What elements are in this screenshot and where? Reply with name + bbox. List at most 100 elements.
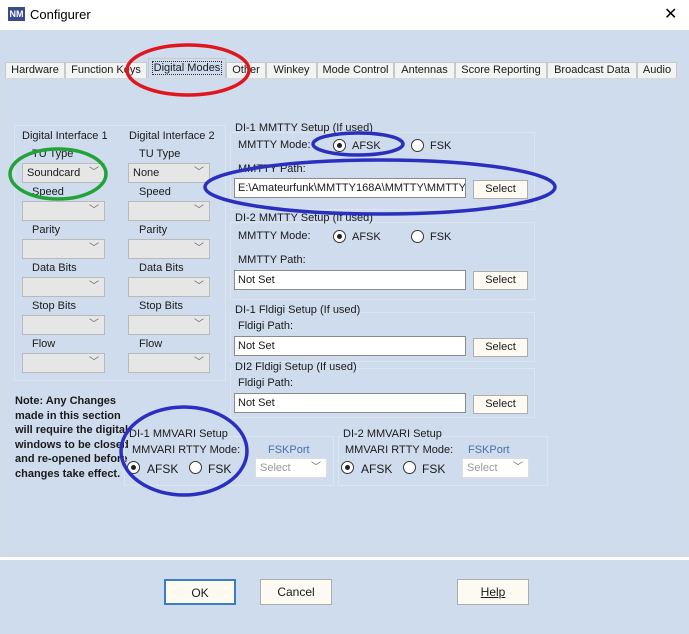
fldigi1-select-button[interactable]: Select [473, 338, 528, 357]
title-bar: NM Configurer ✕ [0, 0, 689, 30]
mmvari2-fsk-radio[interactable] [403, 461, 416, 474]
mmvari2-header: DI-2 MMVARI Setup [343, 428, 442, 440]
mmtty2-afsk-radio[interactable] [333, 230, 346, 243]
mmvari1-afsk-radio[interactable] [127, 461, 140, 474]
di1-speed-label: Speed [32, 186, 64, 198]
app-logo-icon: NM [8, 7, 25, 21]
mmvari2-fskport-label: FSKPort [468, 444, 510, 456]
separator [0, 557, 689, 560]
mmtty1-path-input[interactable]: E:\Amateurfunk\MMTTY168A\MMTTY\MMTTY. [234, 178, 466, 198]
di1-flow-label: Flow [32, 338, 56, 350]
tab-audio[interactable]: Audio [637, 62, 677, 79]
mmvari2-afsk-label: AFSK [361, 462, 393, 476]
mmvari2-afsk-radio[interactable] [341, 461, 354, 474]
chevron-down-icon: ﹀ [89, 319, 99, 330]
mmtty2-header: DI-2 MMTTY Setup (If used) [235, 212, 373, 224]
di2-data-bits-select[interactable]: ﹀ [128, 277, 210, 297]
mmtty2-path-label: MMTTY Path: [238, 254, 306, 266]
mmtty1-mode-label: MMTTY Mode: [238, 139, 311, 151]
mmtty2-path-input[interactable]: Not Set [234, 270, 466, 290]
value: Soundcard [27, 167, 81, 179]
mmtty1-fsk-label: FSK [430, 140, 452, 152]
fldigi2-path-input[interactable]: Not Set [234, 393, 466, 413]
tab-winkey[interactable]: Winkey [266, 62, 317, 79]
tab-other[interactable]: Other [226, 62, 266, 79]
help-label: Help [480, 585, 506, 599]
di2-stop-bits-label: Stop Bits [139, 300, 184, 312]
tab-score-reporting[interactable]: Score Reporting [455, 62, 547, 79]
tab-hardware[interactable]: Hardware [5, 62, 65, 79]
chevron-down-icon: ﹀ [89, 281, 99, 292]
value: Select [260, 462, 291, 474]
tab-function-keys[interactable]: Function Keys [65, 62, 147, 79]
close-icon[interactable]: ✕ [664, 4, 677, 24]
mmtty2-fsk-radio[interactable] [411, 230, 424, 243]
mmvari1-fsk-radio[interactable] [189, 461, 202, 474]
di2-flow-select[interactable]: ﹀ [128, 353, 210, 373]
chevron-down-icon: ﹀ [311, 462, 321, 473]
value: None [133, 167, 160, 179]
tab-antennas[interactable]: Antennas [394, 62, 455, 79]
chevron-down-icon: ﹀ [513, 462, 523, 473]
help-button[interactable]: Help [457, 579, 529, 605]
mmtty2-afsk-label: AFSK [352, 231, 381, 243]
mmtty2-mode-label: MMTTY Mode: [238, 230, 311, 242]
di1-header: Digital Interface 1 [22, 130, 108, 142]
mmtty1-header: DI-1 MMTTY Setup (If used) [235, 122, 373, 134]
mmvari1-fskport-label: FSKPort [268, 444, 310, 456]
di2-speed-label: Speed [139, 186, 171, 198]
fldigi1-header: DI-1 Fldigi Setup (If used) [235, 304, 361, 316]
di2-tu-type-label: TU Type [139, 148, 181, 160]
mmtty1-afsk-radio[interactable] [333, 139, 346, 152]
tab-broadcast-data[interactable]: Broadcast Data [547, 62, 637, 79]
mmvari1-fsk-label: FSK [208, 462, 232, 476]
di2-header: Digital Interface 2 [129, 130, 215, 142]
mmvari1-header: DI-1 MMVARI Setup [129, 428, 228, 440]
window-title: Configurer [30, 7, 91, 22]
chevron-down-icon: ﹀ [194, 357, 204, 368]
fldigi1-path-label: Fldigi Path: [238, 320, 294, 332]
di2-parity-label: Parity [139, 224, 168, 236]
di1-parity-select[interactable]: ﹀ [22, 239, 105, 259]
tab-digital-modes[interactable]: Digital Modes [148, 58, 226, 79]
di2-data-bits-label: Data Bits [139, 262, 184, 274]
di1-flow-select[interactable]: ﹀ [22, 353, 105, 373]
di2-flow-label: Flow [139, 338, 163, 350]
chevron-down-icon: ﹀ [194, 243, 204, 254]
mmvari2-fsk-label: FSK [422, 462, 446, 476]
chevron-down-icon: ﹀ [194, 205, 204, 216]
di1-stop-bits-label: Stop Bits [32, 300, 77, 312]
mmtty1-afsk-label: AFSK [352, 140, 381, 152]
mmvari2-mode-label: MMVARI RTTY Mode: [345, 444, 454, 456]
mmvari1-fskport-select[interactable]: Select ﹀ [255, 458, 327, 478]
mmvari1-afsk-label: AFSK [147, 462, 179, 476]
mmtty2-select-button[interactable]: Select [473, 271, 528, 290]
di2-speed-select[interactable]: ﹀ [128, 201, 210, 221]
chevron-down-icon: ﹀ [194, 281, 204, 292]
chevron-down-icon: ﹀ [89, 167, 99, 178]
di1-tu-type-label: TU Type [32, 148, 74, 160]
di1-data-bits-select[interactable]: ﹀ [22, 277, 105, 297]
di1-tu-type-select[interactable]: Soundcard ﹀ [22, 163, 105, 183]
di1-parity-label: Parity [32, 224, 61, 236]
fldigi1-path-input[interactable]: Not Set [234, 336, 466, 356]
chevron-down-icon: ﹀ [194, 319, 204, 330]
mmvari1-mode-label: MMVARI RTTY Mode: [132, 444, 241, 456]
chevron-down-icon: ﹀ [89, 205, 99, 216]
mmtty1-select-button[interactable]: Select [473, 180, 528, 199]
di1-stop-bits-select[interactable]: ﹀ [22, 315, 105, 335]
di1-speed-select[interactable]: ﹀ [22, 201, 105, 221]
fldigi2-select-button[interactable]: Select [473, 395, 528, 414]
tab-mode-control[interactable]: Mode Control [317, 62, 394, 79]
changes-note: Note: Any Changes made in this section w… [15, 395, 129, 480]
cancel-button[interactable]: Cancel [260, 579, 332, 605]
mmtty2-fsk-label: FSK [430, 231, 452, 243]
mmvari2-fskport-select[interactable]: Select ﹀ [462, 458, 529, 478]
mmtty1-path-label: MMTTY Path: [238, 163, 306, 175]
di2-stop-bits-select[interactable]: ﹀ [128, 315, 210, 335]
di2-tu-type-select[interactable]: None ﹀ [128, 163, 210, 183]
ok-button[interactable]: OK [164, 579, 236, 605]
mmtty1-fsk-radio[interactable] [411, 139, 424, 152]
chevron-down-icon: ﹀ [89, 243, 99, 254]
di2-parity-select[interactable]: ﹀ [128, 239, 210, 259]
